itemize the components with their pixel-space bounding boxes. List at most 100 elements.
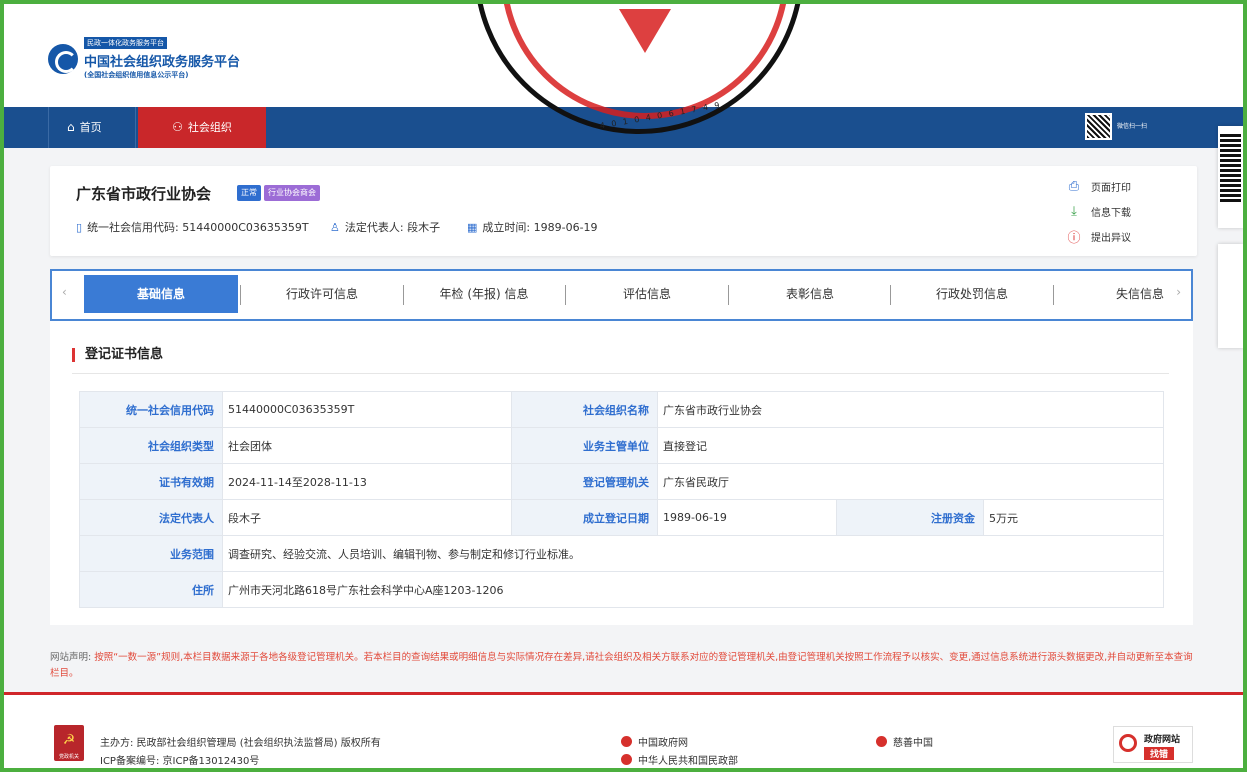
section-title: 登记证书信息 — [72, 348, 163, 362]
download-icon: ⤓ — [1071, 204, 1077, 219]
wechat-qr-icon — [1085, 113, 1112, 140]
info-tabs: ‹ 基础信息 行政许可信息 年检 (年报) 信息 评估信息 表彰信息 行政处罚信… — [50, 269, 1193, 321]
table-row: 统一社会信用代码 51440000C03635359T 社会组织名称 广东省市政… — [79, 391, 1165, 428]
tab-evaluation[interactable]: 评估信息 — [566, 275, 728, 313]
find-error-label-2: 找错 — [1144, 747, 1175, 760]
national-emblem-icon — [621, 754, 632, 765]
find-error-label-1: 政府网站 — [1144, 735, 1181, 745]
link-ministry-label: 中华人民共和国民政部 — [638, 756, 738, 767]
tab-divider — [240, 285, 241, 305]
footer-host: 主办方: 民政部社会组织管理局 (社会组织执法监督局) 版权所有 — [100, 738, 381, 749]
meta-legal-rep: ♙ 法定代表人: 段木子 — [330, 219, 440, 235]
card-actions: ⎙ 页面打印 ⤓ 信息下载 ⓘ 提出异议 — [1065, 174, 1131, 249]
book-icon: ▯ — [76, 220, 83, 234]
meta-legal-rep-text: 法定代表人: 段木子 — [344, 221, 441, 234]
chevron-left-icon[interactable]: ‹ — [62, 285, 67, 299]
tab-license-info[interactable]: 行政许可信息 — [242, 275, 402, 313]
logo-tag: 民政一体化政务服务平台 — [84, 37, 167, 49]
footer-icp: ICP备案编号: 京ICP备13012430号 — [100, 756, 260, 767]
cell-value: 广东省民政厅 — [656, 463, 1165, 500]
link-gov-portal[interactable]: 中国政府网 — [621, 734, 688, 749]
cell-label: 证书有效期 — [79, 463, 223, 500]
status-badge: 正常 — [237, 185, 261, 201]
meta-founded: ▦ 成立时间: 1989-06-19 — [467, 219, 598, 235]
site-subtitle: (全国社会组织信用信息公示平台) — [84, 71, 189, 79]
disclaimer-label: 网站声明: — [50, 652, 92, 663]
cell-label: 住所 — [79, 571, 223, 608]
cell-value: 51440000C03635359T — [222, 391, 512, 428]
org-name: 广东省市政行业协会 — [76, 185, 212, 203]
cell-value: 1989-06-19 — [657, 499, 837, 536]
table-row: 社会组织类型 社会团体 业务主管单位 直接登记 — [79, 427, 1165, 464]
cell-value: 调查研究、经验交流、人员培训、编辑刊物、参与制定和修订行业标准。 — [221, 535, 1165, 572]
gov-find-error-button[interactable]: 政府网站 找错 — [1113, 726, 1193, 763]
national-emblem-icon — [621, 736, 632, 747]
tab-dishonesty[interactable]: 失信信息 — [1054, 275, 1164, 313]
logo-text: 民政一体化政务服务平台 中国社会组织政务服务平台 (全国社会组织信用信息公示平台… — [84, 37, 240, 80]
cell-value: 社会团体 — [222, 427, 512, 464]
link-ministry[interactable]: 中华人民共和国民政部 — [621, 752, 738, 767]
link-charity-label: 慈善中国 — [893, 738, 933, 749]
org-chart-icon: ⚇ — [172, 120, 183, 134]
site-logo[interactable]: 民政一体化政务服务平台 中国社会组织政务服务平台 (全国社会组织信用信息公示平台… — [48, 37, 240, 80]
section-divider — [72, 373, 1169, 374]
printer-icon: ⎙ — [1068, 179, 1080, 194]
cell-value: 5万元 — [982, 499, 1165, 536]
print-label: 页面打印 — [1091, 183, 1131, 194]
cell-value: 段木子 — [222, 499, 512, 536]
calendar-icon: ▦ — [467, 220, 478, 234]
chevron-right-icon[interactable]: › — [1176, 285, 1181, 299]
home-icon: ⌂ — [67, 120, 75, 134]
registration-panel: 登记证书信息 统一社会信用代码 51440000C03635359T 社会组织名… — [50, 321, 1193, 625]
site-footer: ☭ 党政机关 主办方: 民政部社会组织管理局 (社会组织执法监督局) 版权所有 … — [4, 695, 1243, 768]
cell-label: 法定代表人 — [79, 499, 223, 536]
cell-label: 登记管理机关 — [511, 463, 658, 500]
tab-penalty[interactable]: 行政处罚信息 — [891, 275, 1053, 313]
magnifier-icon — [1119, 734, 1137, 752]
tab-basic-info[interactable]: 基础信息 — [84, 275, 238, 313]
link-charity[interactable]: 慈善中国 — [876, 734, 933, 749]
nav-org-label: 社会组织 — [187, 121, 232, 134]
nav-social-org[interactable]: ⚇ 社会组织 — [138, 107, 266, 148]
seal-star-icon — [619, 9, 671, 53]
objection-button[interactable]: ⓘ 提出异议 — [1065, 224, 1131, 249]
nav-home-label: 首页 — [79, 121, 102, 134]
download-label: 信息下载 — [1091, 208, 1131, 219]
table-row: 证书有效期 2024-11-14至2028-11-13 登记管理机关 广东省民政… — [79, 463, 1165, 500]
type-badge: 行业协会商会 — [264, 185, 320, 201]
cell-label: 社会组织名称 — [511, 391, 658, 428]
tab-commendation[interactable]: 表彰信息 — [729, 275, 891, 313]
cell-label: 成立登记日期 — [511, 499, 658, 536]
disclaimer-text: 按照“一数一源”规则,本栏目数据来源于各地各级登记管理机关。若本栏目的查询结果或… — [50, 652, 1193, 679]
nav-home[interactable]: ⌂ 首页 — [48, 107, 136, 148]
print-button[interactable]: ⎙ 页面打印 — [1065, 174, 1131, 199]
meta-credit-code-text: 统一社会信用代码: 51440000C03635359T — [87, 221, 309, 234]
person-icon: ♙ — [330, 220, 340, 234]
side-float-panel[interactable] — [1218, 244, 1243, 348]
table-row: 住所 广州市天河北路618号广东社会科学中心A座1203-1206 — [79, 571, 1165, 608]
qr-label: 微信扫一扫 — [1117, 123, 1148, 130]
table-row: 法定代表人 段木子 成立登记日期 1989-06-19 注册资金 5万元 — [79, 499, 1165, 536]
meta-founded-text: 成立时间: 1989-06-19 — [482, 221, 598, 234]
page-frame: 民政一体化政务服务平台 中国社会组织政务服务平台 (全国社会组织信用信息公示平台… — [4, 4, 1243, 768]
cell-value: 直接登记 — [656, 427, 1165, 464]
download-button[interactable]: ⤓ 信息下载 — [1065, 199, 1131, 224]
registration-table: 统一社会信用代码 51440000C03635359T 社会组织名称 广东省市政… — [79, 391, 1165, 608]
info-icon: ⓘ — [1067, 231, 1081, 246]
meta-credit-code: ▯ 统一社会信用代码: 51440000C03635359T — [76, 219, 309, 235]
cell-label: 业务范围 — [79, 535, 223, 572]
party-label: 党政机关 — [58, 754, 79, 760]
emblem-icon — [48, 43, 78, 74]
org-summary-card: 广东省市政行业协会 正常 行业协会商会 ▯ 统一社会信用代码: 51440000… — [50, 166, 1197, 256]
cell-value: 广州市天河北路618号广东社会科学中心A座1203-1206 — [221, 571, 1165, 608]
cell-label: 注册资金 — [836, 499, 984, 536]
site-title: 中国社会组织政务服务平台 — [84, 55, 241, 70]
charity-icon — [876, 736, 887, 747]
cell-label: 统一社会信用代码 — [79, 391, 223, 428]
site-disclaimer: 网站声明: 按照“一数一源”规则,本栏目数据来源于各地各级登记管理机关。若本栏目… — [50, 650, 1200, 682]
cell-label: 社会组织类型 — [79, 427, 223, 464]
cell-value: 2024-11-14至2028-11-13 — [222, 463, 512, 500]
tab-annual-report[interactable]: 年检 (年报) 信息 — [404, 275, 564, 313]
cell-label: 业务主管单位 — [511, 427, 658, 464]
side-qr-panel[interactable] — [1218, 126, 1243, 228]
